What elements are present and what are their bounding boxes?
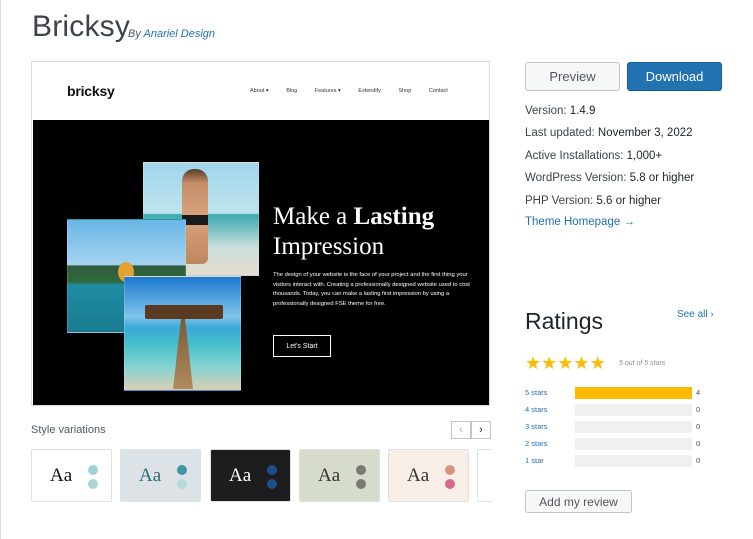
site-hero: Make a Lasting Impression The design of … bbox=[33, 120, 489, 405]
theme-homepage-link[interactable]: Theme Homepage → bbox=[525, 216, 635, 228]
rating-row-count: 0 bbox=[696, 422, 701, 431]
ratings-title: Ratings bbox=[525, 308, 603, 334]
variation-aa-sample: Aa bbox=[50, 465, 73, 486]
meta-value: 1.4.9 bbox=[569, 105, 596, 117]
rating-row[interactable]: 3 stars 0 bbox=[525, 420, 705, 434]
variation-color-dot bbox=[267, 465, 277, 475]
rating-row-count: 0 bbox=[696, 405, 701, 414]
meta-label: Active Installations: bbox=[525, 150, 624, 162]
site-nav-item: Blog bbox=[286, 88, 298, 94]
variation-aa-sample: Aa bbox=[139, 465, 162, 486]
rating-row[interactable]: 1 star 0 bbox=[525, 454, 705, 468]
site-nav-item: Contact bbox=[428, 88, 448, 94]
style-variation-card[interactable]: Aa bbox=[388, 449, 469, 502]
chevron-left-icon[interactable]: ‹ bbox=[451, 421, 471, 439]
style-variation-card[interactable]: Aa bbox=[31, 449, 112, 502]
rating-row[interactable]: 5 stars 4 bbox=[525, 386, 705, 400]
meta-value: November 3, 2022 bbox=[597, 127, 693, 139]
site-nav: About ▾ Blog Features ▾ Extendify Shop C… bbox=[250, 88, 464, 94]
meta-value: 5.8 or higher bbox=[629, 172, 695, 184]
rating-bar-track bbox=[575, 421, 692, 433]
variation-color-dot bbox=[177, 479, 187, 489]
star-rating-text: 5 out of 5 stars bbox=[619, 360, 666, 367]
rating-row-label[interactable]: 5 stars bbox=[525, 388, 548, 397]
variation-aa-sample: Aa bbox=[229, 465, 252, 486]
meta-label: PHP Version: bbox=[525, 195, 594, 207]
star-icon: ★ bbox=[525, 353, 542, 373]
meta-php-version: PHP Version: 5.6 or higher bbox=[525, 195, 661, 207]
site-nav-item: Shop bbox=[398, 88, 412, 94]
meta-label: WordPress Version: bbox=[525, 172, 627, 184]
page-left-border bbox=[0, 0, 1, 539]
variation-color-dot bbox=[445, 465, 455, 475]
star-icon: ★ bbox=[589, 353, 606, 373]
rating-bar-fill bbox=[575, 387, 692, 399]
variation-color-dot bbox=[445, 479, 455, 489]
variation-aa-sample: Aa bbox=[407, 465, 430, 486]
preview-button[interactable]: Preview bbox=[525, 62, 620, 91]
style-variations-label: Style variations bbox=[31, 424, 106, 436]
variation-color-dot bbox=[88, 479, 98, 489]
star-icon: ★ bbox=[557, 353, 574, 373]
meta-value: 5.6 or higher bbox=[596, 195, 661, 207]
rating-bar-track bbox=[575, 404, 692, 416]
overwater-villa-photo bbox=[124, 276, 241, 391]
chevron-right-icon[interactable]: › bbox=[471, 421, 491, 439]
rating-row-label[interactable]: 3 stars bbox=[525, 422, 548, 431]
meta-label: Last updated: bbox=[525, 127, 595, 139]
meta-value: 1,000+ bbox=[626, 150, 663, 162]
style-variation-card[interactable]: Aa bbox=[210, 449, 291, 502]
hero-heading-bold: Lasting bbox=[353, 203, 435, 230]
meta-active-installs: Active Installations: 1,000+ bbox=[525, 150, 662, 162]
hero-heading-line2: Impression bbox=[273, 233, 385, 260]
variation-color-dot bbox=[356, 465, 366, 475]
variation-color-dot bbox=[356, 479, 366, 489]
meta-wp-version: WordPress Version: 5.8 or higher bbox=[525, 172, 694, 184]
rating-row-count: 4 bbox=[696, 388, 701, 397]
style-variation-card-partial[interactable] bbox=[477, 449, 493, 502]
rating-row-label[interactable]: 1 star bbox=[525, 456, 544, 465]
meta-last-updated: Last updated: November 3, 2022 bbox=[525, 127, 693, 139]
photo-hut bbox=[145, 305, 223, 319]
download-button[interactable]: Download bbox=[627, 62, 722, 91]
hero-paragraph: The design of your website is the face o… bbox=[273, 272, 470, 307]
theme-byline: By Anariel Design bbox=[128, 28, 215, 40]
star-rating: ★★★★★ bbox=[525, 353, 606, 374]
rating-row[interactable]: 2 stars 0 bbox=[525, 437, 705, 451]
style-variation-card[interactable]: Aa bbox=[120, 449, 201, 502]
meta-label: Version: bbox=[525, 105, 567, 117]
style-variation-card[interactable]: Aa bbox=[299, 449, 380, 502]
hero-heading-plain: Make a bbox=[273, 203, 354, 230]
site-logo: bricksy bbox=[67, 83, 115, 99]
variation-color-dot bbox=[267, 479, 277, 489]
variation-aa-sample: Aa bbox=[318, 465, 341, 486]
theme-screenshot: bricksy About ▾ Blog Features ▾ Extendif… bbox=[31, 61, 490, 406]
rating-row-label[interactable]: 4 stars bbox=[525, 405, 548, 414]
rating-bar-track bbox=[575, 387, 692, 399]
hero-heading: Make a Lasting Impression bbox=[273, 202, 434, 262]
author-link[interactable]: Anariel Design bbox=[144, 28, 216, 40]
site-nav-item: Extendify bbox=[358, 88, 381, 94]
rating-row-count: 0 bbox=[696, 439, 701, 448]
variation-color-dot bbox=[177, 465, 187, 475]
rating-row-count: 0 bbox=[696, 456, 701, 465]
see-all-ratings-link[interactable]: See all › bbox=[677, 309, 714, 320]
theme-title: Bricksy bbox=[32, 10, 131, 43]
byline-prefix: By bbox=[128, 28, 141, 40]
rating-row[interactable]: 4 stars 0 bbox=[525, 403, 705, 417]
rating-bar-track bbox=[575, 438, 692, 450]
variation-color-dot bbox=[88, 465, 98, 475]
rating-row-label[interactable]: 2 stars bbox=[525, 439, 548, 448]
star-icon: ★ bbox=[541, 353, 558, 373]
site-nav-item: Features ▾ bbox=[314, 88, 341, 94]
site-nav-item: About ▾ bbox=[250, 88, 269, 94]
photo-jetty bbox=[173, 319, 193, 389]
star-icon: ★ bbox=[573, 353, 590, 373]
add-review-button[interactable]: Add my review bbox=[525, 490, 632, 513]
hero-cta-button: Let's Start bbox=[273, 335, 331, 357]
rating-bar-track bbox=[575, 455, 692, 467]
meta-version: Version: 1.4.9 bbox=[525, 105, 595, 117]
